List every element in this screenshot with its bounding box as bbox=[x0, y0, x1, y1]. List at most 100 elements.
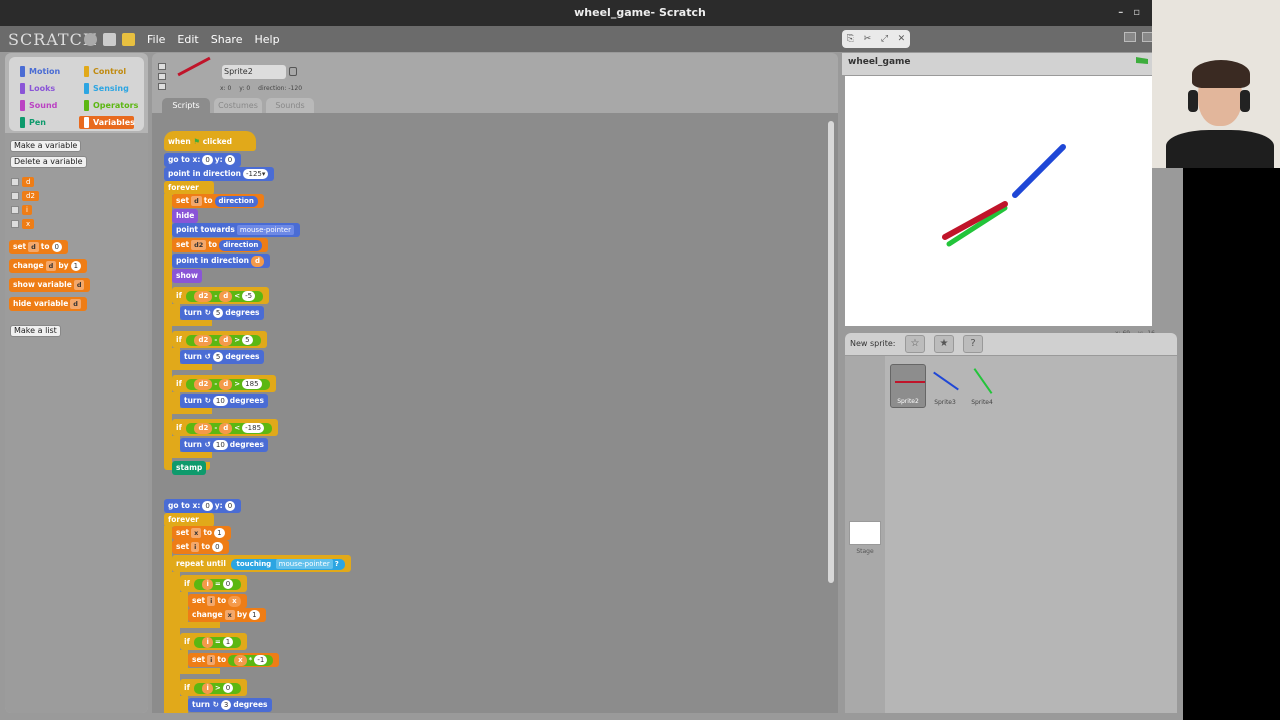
duplicate-icon[interactable]: ⎘ bbox=[847, 34, 854, 44]
menu-help[interactable]: Help bbox=[254, 33, 279, 46]
sprite-tile[interactable]: Sprite3 bbox=[927, 364, 963, 408]
if-block[interactable]: if i >0 bbox=[180, 679, 248, 696]
variable-reporter[interactable]: i bbox=[202, 637, 213, 648]
set-variable-block[interactable]: set i to 0 bbox=[172, 540, 229, 554]
sprite-tile[interactable]: Sprite2 bbox=[890, 364, 926, 408]
set-variable-block[interactable]: set x to 1 bbox=[172, 526, 231, 540]
turn-block[interactable]: turn ↺ 5 degrees bbox=[180, 350, 264, 364]
forever-block[interactable]: forever bbox=[164, 181, 214, 195]
green-stick-sprite[interactable] bbox=[946, 205, 1008, 247]
condition-operator[interactable]: d2- d < -5 bbox=[186, 291, 264, 302]
menu-edit[interactable]: Edit bbox=[177, 33, 198, 46]
turn-block[interactable]: turn ↺ 10 degrees bbox=[180, 438, 268, 452]
stamp-block[interactable]: stamp bbox=[172, 461, 207, 475]
if-block[interactable]: if d2- d >185 bbox=[172, 375, 276, 392]
variable-reporter[interactable]: d2 bbox=[194, 379, 213, 390]
variable-reporter[interactable]: x bbox=[22, 219, 35, 229]
point-in-direction-block[interactable]: point in direction d bbox=[172, 254, 270, 268]
save-icon[interactable] bbox=[103, 32, 116, 46]
target-dropdown[interactable]: mouse-pointer bbox=[236, 225, 294, 235]
variable-checkbox[interactable] bbox=[11, 192, 19, 200]
category-variables[interactable]: Variables bbox=[79, 116, 135, 129]
variable-reporter[interactable]: d bbox=[219, 379, 233, 390]
globe-icon[interactable] bbox=[84, 32, 97, 46]
point-towards-block[interactable]: point towards mouse-pointer bbox=[172, 223, 300, 237]
flip-icon[interactable] bbox=[158, 73, 166, 80]
grow-icon[interactable]: ⤢ bbox=[881, 34, 888, 44]
paint-sprite-icon[interactable]: ☆ bbox=[905, 335, 925, 353]
variable-reporter[interactable]: d bbox=[250, 256, 264, 267]
number-input[interactable]: 185 bbox=[242, 379, 262, 389]
if-block[interactable]: if d2- d >5 bbox=[172, 331, 267, 348]
number-input[interactable]: -1 bbox=[254, 655, 268, 665]
delete-icon[interactable]: ✂ bbox=[864, 34, 872, 44]
restore-icon[interactable]: ▫ bbox=[1133, 0, 1140, 26]
variable-reporter[interactable]: d2 bbox=[194, 335, 213, 346]
share-icon[interactable] bbox=[122, 32, 135, 46]
category-pen[interactable]: Pen bbox=[15, 116, 70, 129]
condition-operator[interactable]: d2- d >185 bbox=[186, 379, 270, 390]
variable-dropdown[interactable]: d2 bbox=[191, 240, 207, 250]
variable-checkbox[interactable] bbox=[11, 178, 19, 186]
turn-block[interactable]: turn ↻ 3 degrees bbox=[188, 698, 272, 712]
lock-icon[interactable] bbox=[289, 67, 297, 76]
shrink-icon[interactable]: ✕ bbox=[898, 34, 906, 44]
menu-share[interactable]: Share bbox=[211, 33, 243, 46]
when-flag-clicked-block[interactable]: when ⚑ clicked bbox=[164, 131, 256, 151]
sprite-name-field[interactable]: Sprite2 bbox=[222, 65, 286, 79]
variable-reporter[interactable]: i bbox=[202, 683, 213, 694]
degrees-input[interactable]: 10 bbox=[212, 440, 228, 450]
variable-dropdown[interactable]: d bbox=[191, 196, 202, 206]
degrees-input[interactable]: 5 bbox=[212, 308, 224, 318]
number-input[interactable]: 0 bbox=[222, 579, 234, 589]
sprite-tile[interactable]: Sprite4 bbox=[964, 364, 1000, 408]
small-stage-icon[interactable] bbox=[1124, 32, 1136, 42]
rotate-icon[interactable] bbox=[158, 63, 166, 70]
condition-operator[interactable]: i = 0 bbox=[194, 579, 242, 590]
choose-sprite-icon[interactable]: ★ bbox=[934, 335, 954, 353]
if-block[interactable]: if d2- d < -185 bbox=[172, 419, 279, 436]
value-input[interactable]: 0 bbox=[51, 242, 63, 252]
set-variable-block[interactable]: set i to x * -1 bbox=[188, 653, 280, 667]
set-variable-block[interactable]: set i to x bbox=[188, 594, 247, 608]
surprise-sprite-icon[interactable]: ? bbox=[963, 335, 983, 353]
scripts-area[interactable]: when ⚑ clicked go to x: 0 y: 0 point in dir… bbox=[152, 113, 838, 713]
turn-block[interactable]: turn ↻ 5 degrees bbox=[180, 306, 264, 320]
no-rotate-icon[interactable] bbox=[158, 83, 166, 90]
y-input[interactable]: 0 bbox=[224, 501, 236, 511]
variable-checkbox[interactable] bbox=[11, 206, 19, 214]
change-variable-block[interactable]: change x by 1 bbox=[188, 608, 266, 622]
x-input[interactable]: 0 bbox=[202, 501, 213, 511]
number-input[interactable]: -185 bbox=[242, 423, 265, 433]
touching-sensor[interactable]: touching mouse-pointer? bbox=[230, 559, 345, 570]
degrees-input[interactable]: 10 bbox=[212, 396, 228, 406]
stage-thumbnail[interactable] bbox=[849, 521, 881, 545]
variable-reporter[interactable]: d2 bbox=[194, 423, 213, 434]
condition-operator[interactable]: d2- d < -185 bbox=[186, 423, 273, 434]
variable-dropdown[interactable]: x bbox=[224, 610, 235, 620]
turn-block[interactable]: turn ↻ 10 degrees bbox=[180, 394, 268, 408]
variable-reporter[interactable]: d bbox=[219, 335, 233, 346]
go-to-xy-block[interactable]: go to x: 0 y: 0 bbox=[164, 153, 242, 167]
point-in-direction-block[interactable]: point in direction -125▾ bbox=[164, 167, 275, 181]
if-block[interactable]: if d2- d < -5 bbox=[172, 287, 270, 304]
value-input[interactable]: 1 bbox=[249, 610, 260, 620]
variable-reporter[interactable]: d bbox=[219, 291, 233, 302]
variable-dropdown[interactable]: d bbox=[28, 242, 39, 252]
category-looks[interactable]: Looks bbox=[15, 82, 70, 95]
show-block[interactable]: show bbox=[172, 269, 202, 283]
stage[interactable] bbox=[845, 76, 1152, 326]
condition-operator[interactable]: i >0 bbox=[194, 683, 242, 694]
direction-reporter[interactable]: direction bbox=[214, 196, 258, 207]
palette-set-block[interactable]: set d to 0 bbox=[9, 240, 69, 254]
condition-operator[interactable]: i = 1 bbox=[194, 637, 242, 648]
target-dropdown[interactable]: mouse-pointer bbox=[275, 559, 333, 569]
variable-dropdown[interactable]: i bbox=[207, 596, 216, 606]
variable-reporter[interactable]: d2 bbox=[194, 291, 213, 302]
tab-sounds[interactable]: Sounds bbox=[266, 98, 314, 113]
number-input[interactable]: 0 bbox=[222, 683, 234, 693]
variable-dropdown[interactable]: d bbox=[70, 299, 81, 309]
go-to-xy-block[interactable]: go to x: 0 y: 0 bbox=[164, 499, 242, 513]
if-block[interactable]: if i = 0 bbox=[180, 575, 248, 592]
y-input[interactable]: 0 bbox=[224, 155, 236, 165]
